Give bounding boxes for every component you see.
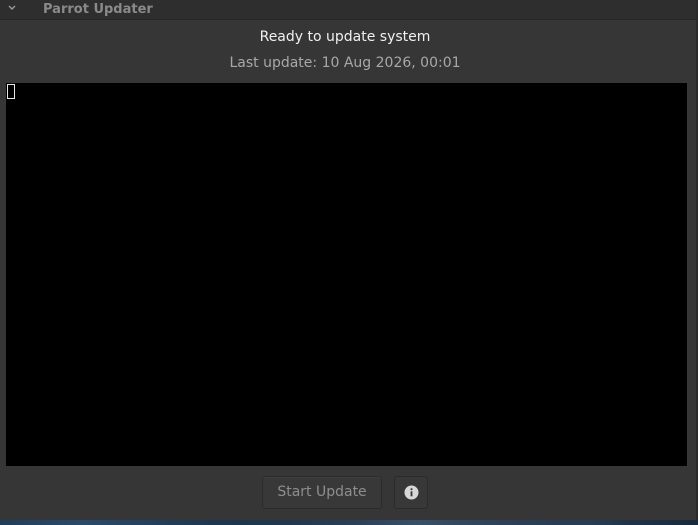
info-icon <box>404 485 419 500</box>
terminal-output[interactable] <box>6 83 687 466</box>
terminal-cursor <box>7 84 15 99</box>
chevron-down-icon[interactable] <box>6 2 18 14</box>
start-update-button[interactable]: Start Update <box>262 476 382 509</box>
last-update-text: Last update: 10 Aug 2026, 00:01 <box>229 55 461 71</box>
info-button[interactable] <box>394 476 428 509</box>
start-update-label: Start Update <box>277 484 367 500</box>
status-message: Ready to update system <box>259 29 431 45</box>
window-title: Parrot Updater <box>43 2 153 17</box>
updater-window: Parrot Updater Ready to update system La… <box>0 0 698 520</box>
title-bar[interactable]: Parrot Updater <box>0 0 696 20</box>
